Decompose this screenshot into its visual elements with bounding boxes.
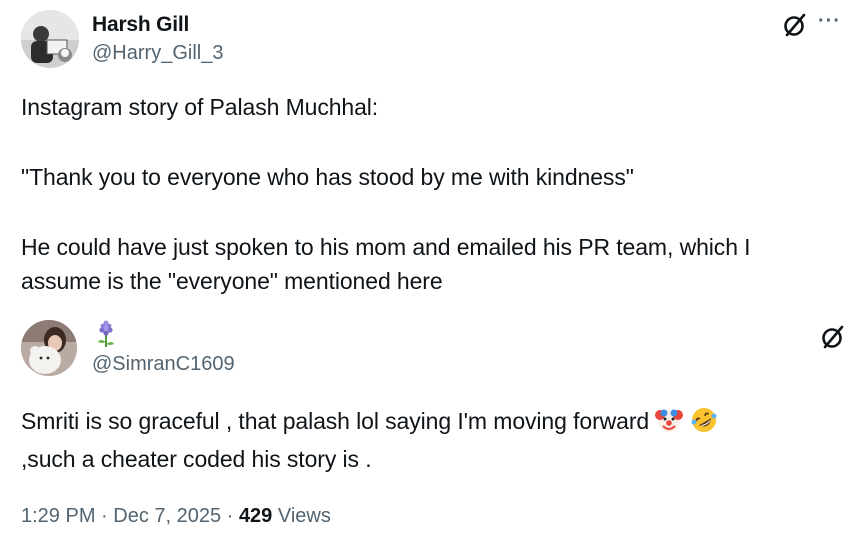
meta-separator-1: ·: [101, 505, 108, 527]
author-name[interactable]: Harsh Gill: [92, 13, 189, 37]
views-label: Views: [277, 505, 331, 527]
tweet-date[interactable]: Dec 7, 2025: [113, 505, 221, 527]
reply-author-avatar[interactable]: [21, 320, 77, 376]
views-count: 429: [238, 505, 273, 527]
clown-face-icon: [655, 409, 684, 432]
more-options-icon[interactable]: ···: [818, 10, 841, 33]
meta-separator-2: ·: [226, 505, 234, 527]
author-avatar[interactable]: [21, 10, 79, 68]
reply-text-line-1-content: Smriti is so graceful , that palash lol …: [21, 408, 650, 434]
grok-icon[interactable]: [782, 12, 808, 43]
tweet-meta: 1:29 PM · Dec 7, 2025 · 429 Views: [21, 505, 331, 528]
rolling-laughing-icon: [691, 408, 717, 432]
tweet-time[interactable]: 1:29 PM: [21, 505, 95, 527]
reply-author-handle[interactable]: @SimranC1609: [92, 353, 235, 376]
quoted-text-line-4: assume is the "everyone" mentioned here: [21, 268, 443, 294]
reply-grok-icon[interactable]: [820, 324, 846, 355]
quoted-text-line-3: He could have just spoken to his mom and…: [21, 234, 751, 260]
quoted-text-line-1: Instagram story of Palash Muchhal:: [21, 94, 379, 120]
reply-text-line-1: Smriti is so graceful , that palash lol …: [21, 404, 718, 438]
quoted-text-line-2: "Thank you to everyone who has stood by …: [21, 164, 634, 190]
reply-text-line-2: ,such a cheater coded his story is .: [21, 446, 372, 472]
author-handle[interactable]: @Harry_Gill_3: [92, 42, 223, 65]
hyacinth-flower-icon: [94, 320, 118, 353]
